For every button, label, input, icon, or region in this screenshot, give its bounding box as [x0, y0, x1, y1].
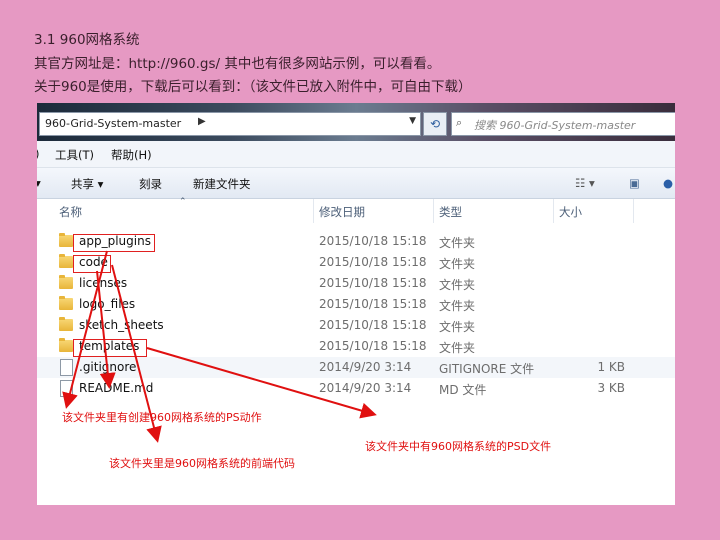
arrow-code [111, 264, 162, 443]
arrow-code-2 [96, 270, 116, 389]
explorer-window: 960-Grid-System-master ▶ ▼ ⟲ ⌕ 搜索 960-Gr… [37, 103, 675, 505]
slide-text-website: 其官方网址是：http://960.gs/ 其中也有很多网站示例，可以看看。 [34, 56, 441, 72]
annotation-arrows [62, 250, 377, 443]
slide-heading: 3.1 960网格系统 [34, 32, 140, 48]
slide-text-download: 关于960是使用，下载后可以看到：（该文件已放入附件中，可自由下载） [34, 79, 472, 95]
arrow-templates [146, 347, 377, 419]
arrow-app-plugins [62, 250, 108, 409]
